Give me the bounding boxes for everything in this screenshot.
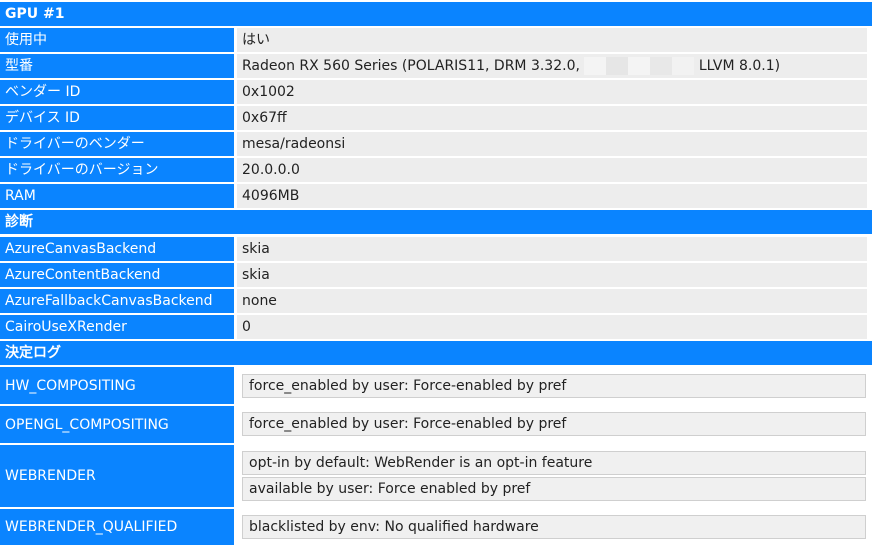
log-entry[interactable]: available by user: Force enabled by pref xyxy=(242,477,866,501)
row-label: 型番 xyxy=(0,54,234,78)
feature-label: HW_COMPOSITING xyxy=(0,367,234,404)
section-header-gpu: GPU #1 xyxy=(0,2,872,26)
feature-label: WEBRENDER_QUALIFIED xyxy=(0,509,234,545)
row-label: RAM xyxy=(0,184,234,208)
info-row: 型番 Radeon RX 560 Series (POLARIS11, DRM … xyxy=(0,54,872,78)
row-value[interactable]: 4096MB xyxy=(237,184,867,208)
section-header-diagnostics: 診断 xyxy=(0,210,872,234)
model-text-end: LLVM 8.0.1) xyxy=(698,58,781,74)
log-entry[interactable]: opt-in by default: WebRender is an opt-i… xyxy=(242,451,866,475)
info-row: AzureFallbackCanvasBackend none xyxy=(0,289,872,313)
row-label: AzureContentBackend xyxy=(0,263,234,287)
row-label: ドライバーのバージョン xyxy=(0,158,234,182)
row-value[interactable]: skia xyxy=(237,263,867,287)
row-value[interactable]: Radeon RX 560 Series (POLARIS11, DRM 3.3… xyxy=(237,54,867,78)
row-value[interactable]: 20.0.0.0 xyxy=(237,158,867,182)
row-label: ドライバーのベンダー xyxy=(0,132,234,156)
info-row: RAM 4096MB xyxy=(0,184,872,208)
info-row: ドライバーのベンダー mesa/radeonsi xyxy=(0,132,872,156)
row-value[interactable]: 0x1002 xyxy=(237,80,867,104)
row-value[interactable]: mesa/radeonsi xyxy=(237,132,867,156)
row-label: デバイス ID xyxy=(0,106,234,130)
section-header-decision-log: 決定ログ xyxy=(0,341,872,365)
row-value[interactable]: 0x67ff xyxy=(237,106,867,130)
row-label: AzureFallbackCanvasBackend xyxy=(0,289,234,313)
row-value[interactable]: skia xyxy=(237,237,867,261)
row-label: CairoUseXRender xyxy=(0,315,234,339)
feature-label: OPENGL_COMPOSITING xyxy=(0,406,234,443)
info-row: AzureCanvasBackend skia xyxy=(0,237,872,261)
log-entry[interactable]: force_enabled by user: Force-enabled by … xyxy=(242,412,866,436)
row-label: ベンダー ID xyxy=(0,80,234,104)
redacted-region xyxy=(584,57,695,75)
feature-label: WEBRENDER xyxy=(0,445,234,507)
row-value[interactable]: はい xyxy=(237,28,867,52)
info-row: 使用中 はい xyxy=(0,28,872,52)
row-label: 使用中 xyxy=(0,28,234,52)
row-label: AzureCanvasBackend xyxy=(0,237,234,261)
row-value[interactable]: 0 xyxy=(237,315,867,339)
info-row: ドライバーのバージョン 20.0.0.0 xyxy=(0,158,872,182)
info-row: デバイス ID 0x67ff xyxy=(0,106,872,130)
model-text-start: Radeon RX 560 Series (POLARIS11, DRM 3.3… xyxy=(242,58,580,74)
info-row: AzureContentBackend skia xyxy=(0,263,872,287)
log-entry[interactable]: blacklisted by env: No qualified hardwar… xyxy=(242,515,866,539)
row-value[interactable]: none xyxy=(237,289,867,313)
info-row: ベンダー ID 0x1002 xyxy=(0,80,872,104)
info-row: CairoUseXRender 0 xyxy=(0,315,872,339)
log-entry[interactable]: force_enabled by user: Force-enabled by … xyxy=(242,374,866,398)
